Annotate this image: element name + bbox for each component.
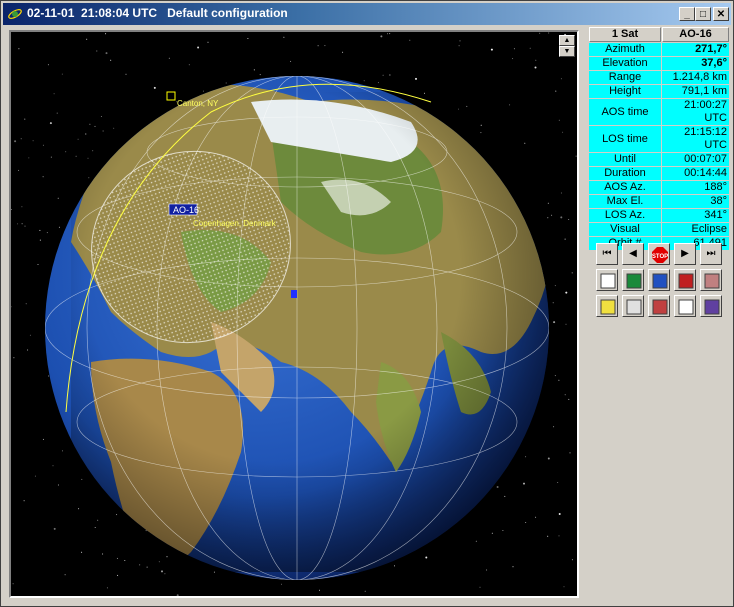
stop-button[interactable]: STOP: [648, 243, 670, 265]
map-icon: [626, 273, 642, 289]
info-label: Height: [589, 85, 661, 98]
info-value: 38°: [662, 195, 729, 208]
continents: [45, 76, 549, 580]
stop-icon: STOP: [652, 247, 668, 263]
settings-button[interactable]: [700, 269, 722, 291]
sun-marker: [291, 290, 297, 298]
satellite-icon: [652, 299, 668, 315]
info-value: 00:14:44: [662, 167, 729, 180]
info-value: 1.214,8 km: [662, 71, 729, 84]
rewind-fast-button[interactable]: ⏮: [596, 243, 618, 265]
window-title: 02-11-01 21:08:04 UTC Default configurat…: [27, 6, 288, 20]
info-row: AOS time 21:00:27 UTC: [589, 99, 729, 125]
info-row: AOS Az. 188°: [589, 181, 729, 194]
sat-name-header[interactable]: AO-16: [662, 27, 729, 42]
windows-button[interactable]: [596, 295, 618, 317]
rewind-fast-icon: ⏮: [602, 248, 612, 259]
satellite-info-table: 1 Sat AO-16 Azimuth 271,7° Elevation 37,6° R…: [588, 26, 730, 251]
title-bar[interactable]: 02-11-01 21:08:04 UTC Default configurat…: [3, 3, 731, 25]
info-label: Elevation: [589, 57, 661, 70]
zoom-down-button[interactable]: ▼: [559, 46, 575, 57]
info-row: Duration 00:14:44: [589, 167, 729, 180]
info-value: 341°: [662, 209, 729, 222]
info-row: Until 00:07:07: [589, 153, 729, 166]
info-label: LOS time: [589, 126, 661, 152]
info-label: Azimuth: [589, 43, 661, 56]
station-label-copenhagen: Copenhagen, Denmark: [193, 219, 277, 228]
zoom-spinner[interactable]: ▲ ▼: [559, 35, 575, 57]
info-label: Duration: [589, 167, 661, 180]
settings-icon: [704, 273, 720, 289]
info-label: AOS Az.: [589, 181, 661, 194]
list-icon: [626, 299, 642, 315]
info-value: 00:07:07: [662, 153, 729, 166]
zoom-up-button[interactable]: ▲: [559, 35, 575, 46]
info-panel: 1 Sat AO-16 Azimuth 271,7° Elevation 37,6° R…: [588, 26, 730, 251]
info-value: 188°: [662, 181, 729, 194]
info-row: Visual Eclipse: [589, 223, 729, 236]
app-window: 02-11-01 21:08:04 UTC Default configurat…: [0, 0, 734, 607]
radar-button[interactable]: [674, 269, 696, 291]
globe-button[interactable]: [648, 269, 670, 291]
rewind-icon: ◀: [629, 248, 637, 259]
monitor-button[interactable]: [700, 295, 722, 317]
table-button[interactable]: [596, 269, 618, 291]
close-button[interactable]: ✕: [713, 7, 729, 21]
info-value: 21:00:27 UTC: [662, 99, 729, 125]
info-value: 37,6°: [662, 57, 729, 70]
sat-count-header[interactable]: 1 Sat: [589, 27, 661, 42]
info-value: Eclipse: [662, 223, 729, 236]
play-icon: ▶: [681, 248, 689, 259]
windows-icon: [600, 299, 616, 315]
info-value: 791,1 km: [662, 85, 729, 98]
minimize-button[interactable]: _: [679, 7, 695, 21]
info-row: LOS Az. 341°: [589, 209, 729, 222]
calendar-icon: [678, 299, 694, 315]
station-label-canton: Canton, NY: [177, 99, 219, 108]
radar-icon: [678, 273, 694, 289]
satellite-button[interactable]: [648, 295, 670, 317]
svg-text:STOP: STOP: [652, 254, 668, 260]
station-marker-canton: [166, 91, 176, 101]
fast-forward-icon: ⏭: [706, 248, 716, 259]
fast-forward-button[interactable]: ⏭: [700, 243, 722, 265]
monitor-icon: [704, 299, 720, 315]
info-row: Height 791,1 km: [589, 85, 729, 98]
info-row: Azimuth 271,7°: [589, 43, 729, 56]
play-button[interactable]: ▶: [674, 243, 696, 265]
info-value: 271,7°: [662, 43, 729, 56]
info-label: Max El.: [589, 195, 661, 208]
info-row: Range 1.214,8 km: [589, 71, 729, 84]
list-button[interactable]: [622, 295, 644, 317]
app-icon: [8, 9, 22, 19]
info-label: LOS Az.: [589, 209, 661, 222]
info-row: LOS time 21:15:12 UTC: [589, 126, 729, 152]
info-row: Max El. 38°: [589, 195, 729, 208]
rewind-button[interactable]: ◀: [622, 243, 644, 265]
calendar-button[interactable]: [674, 295, 696, 317]
globe-icon: [652, 273, 668, 289]
info-label: AOS time: [589, 99, 661, 125]
globe-canvas: Canton, NY Copenhagen, Denmark AO-16: [11, 32, 577, 596]
table-icon: [600, 273, 616, 289]
info-label: Until: [589, 153, 661, 166]
info-label: Visual: [589, 223, 661, 236]
map-button[interactable]: [622, 269, 644, 291]
info-row: Elevation 37,6°: [589, 57, 729, 70]
info-label: Range: [589, 71, 661, 84]
satellite-label: AO-16: [173, 205, 199, 215]
info-value: 21:15:12 UTC: [662, 126, 729, 152]
globe-view[interactable]: Canton, NY Copenhagen, Denmark AO-16: [9, 30, 579, 598]
maximize-button[interactable]: □: [695, 7, 711, 21]
